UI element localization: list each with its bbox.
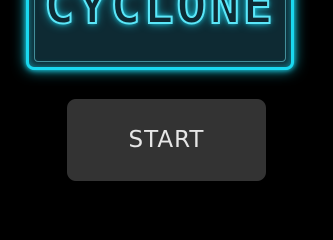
game-title: CYCLONE xyxy=(43,0,276,35)
game-title-screen: CYCLONE START xyxy=(0,0,333,222)
cyclone-logo-sign: CYCLONE xyxy=(26,0,294,70)
start-button[interactable]: START xyxy=(67,99,266,181)
